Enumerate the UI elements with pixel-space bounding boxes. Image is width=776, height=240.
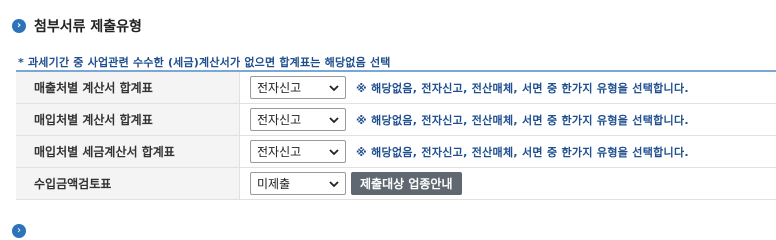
table-row: 수입금액검토표 미제출 제출대상 업종안내: [16, 167, 776, 200]
section-header: › 첨부서류 제출유형: [12, 16, 142, 36]
chevron-down-icon: [329, 84, 339, 91]
notice-text: * 과세기간 중 사업관련 수수한 (세금)계산서가 없으면 합계표는 해당없음…: [18, 56, 391, 69]
select-value: 전자신고: [257, 113, 302, 127]
attachment-form-table: 매출처별 계산서 합계표 전자신고 ※ 해당없음, 전자신고, 전산매체, 서면…: [16, 70, 776, 200]
purchase-invoice-summary-select[interactable]: 전자신고: [250, 108, 346, 131]
row-label: 매출처별 계산서 합계표: [16, 71, 240, 104]
table-row: 매출처별 계산서 합계표 전자신고 ※ 해당없음, 전자신고, 전산매체, 서면…: [16, 71, 776, 104]
chevron-down-icon: [329, 180, 339, 187]
table-row: 매입처별 계산서 합계표 전자신고 ※ 해당없음, 전자신고, 전산매체, 서면…: [16, 103, 776, 136]
select-value: 전자신고: [257, 81, 302, 95]
sales-invoice-summary-select[interactable]: 전자신고: [250, 76, 346, 99]
industry-guide-button[interactable]: 제출대상 업종안내: [351, 172, 462, 195]
next-section-header: ›: [12, 224, 34, 238]
purchase-tax-invoice-summary-select[interactable]: 전자신고: [250, 140, 346, 163]
row-label: 수입금액검토표: [16, 167, 240, 200]
select-value: 전자신고: [257, 145, 302, 159]
row-hint: ※ 해당없음, 전자신고, 전산매체, 서면 중 한가지 유형을 선택합니다.: [356, 113, 689, 127]
row-hint: ※ 해당없음, 전자신고, 전산매체, 서면 중 한가지 유형을 선택합니다.: [356, 81, 689, 95]
chevron-down-icon: [329, 148, 339, 155]
section-title: 첨부서류 제출유형: [34, 19, 142, 35]
table-row: 매입처별 세금계산서 합계표 전자신고 ※ 해당없음, 전자신고, 전산매체, …: [16, 135, 776, 168]
select-value: 미제출: [257, 177, 291, 191]
arrow-right-circle-icon: ›: [12, 224, 26, 238]
revenue-review-select[interactable]: 미제출: [250, 172, 346, 195]
row-label: 매입처별 계산서 합계표: [16, 103, 240, 136]
chevron-down-icon: [329, 116, 339, 123]
row-hint: ※ 해당없음, 전자신고, 전산매체, 서면 중 한가지 유형을 선택합니다.: [356, 145, 689, 159]
arrow-right-circle-icon: ›: [12, 19, 26, 33]
row-label: 매입처별 세금계산서 합계표: [16, 135, 240, 168]
